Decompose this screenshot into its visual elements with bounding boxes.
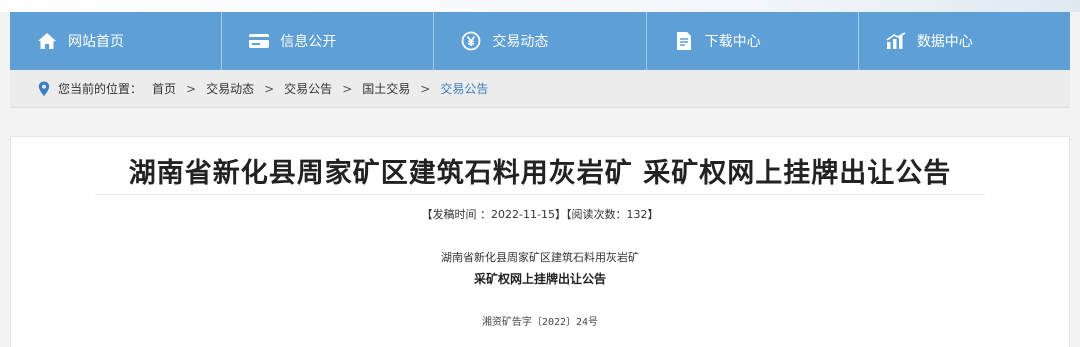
- location-pin-icon: [38, 81, 50, 97]
- nav-item-home[interactable]: 网站首页: [10, 12, 223, 70]
- nav-item-info[interactable]: 信息公开: [222, 12, 435, 70]
- breadcrumb-trading-notice[interactable]: 交易公告: [284, 80, 332, 97]
- breadcrumb-current[interactable]: 交易公告: [440, 80, 488, 97]
- article-title: 湖南省新化县周家矿区建筑石料用灰岩矿 采矿权网上挂牌出让公告: [128, 158, 952, 189]
- article-panel: 湖南省新化县周家矿区建筑石料用灰岩矿 采矿权网上挂牌出让公告 【发稿时间 ：20…: [10, 136, 1070, 347]
- breadcrumb: 您当前的位置： 首页 > 交易动态 > 交易公告 > 国土交易 > 交易公告: [10, 70, 1070, 108]
- main-nav: 网站首页 信息公开 交易动态 下载中心 数据中心: [10, 12, 1070, 70]
- breadcrumb-land-trading[interactable]: 国土交易: [362, 80, 410, 97]
- yen-circle-icon: [460, 30, 482, 52]
- nav-item-download[interactable]: 下载中心: [647, 12, 859, 70]
- nav-item-trading[interactable]: 交易动态: [434, 12, 647, 70]
- title-divider: [95, 194, 985, 195]
- nav-label-download: 下载中心: [704, 34, 761, 50]
- breadcrumb-separator: >: [342, 81, 353, 96]
- breadcrumb-separator: >: [186, 81, 197, 96]
- nav-item-data[interactable]: 数据中心: [859, 12, 1070, 70]
- document-number: 湘资矿告字〔2022〕24号: [481, 317, 599, 328]
- top-banner-strip: [0, 0, 1080, 12]
- nav-label-trading: 交易动态: [492, 34, 549, 50]
- breadcrumb-separator: >: [420, 81, 431, 96]
- document-icon: [673, 30, 695, 52]
- article-subtitle-line2: 采矿权网上挂牌出让公告: [473, 272, 606, 286]
- bar-chart-icon: [885, 30, 907, 52]
- breadcrumb-trading-news[interactable]: 交易动态: [206, 80, 254, 97]
- breadcrumb-home[interactable]: 首页: [152, 80, 176, 97]
- breadcrumb-prefix: 您当前的位置：: [58, 82, 143, 96]
- nav-label-info: 信息公开: [280, 34, 337, 50]
- article-subtitle-line1: 湖南省新化县周家矿区建筑石料用灰岩矿: [441, 251, 639, 264]
- article-meta: 【发稿时间 ：2022-11-15】【阅读次数：132】: [421, 208, 659, 221]
- breadcrumb-separator: >: [264, 81, 275, 96]
- nav-label-home: 网站首页: [68, 34, 124, 50]
- home-icon: [36, 30, 58, 52]
- nav-label-data: 数据中心: [916, 34, 973, 50]
- card-icon: [248, 30, 270, 52]
